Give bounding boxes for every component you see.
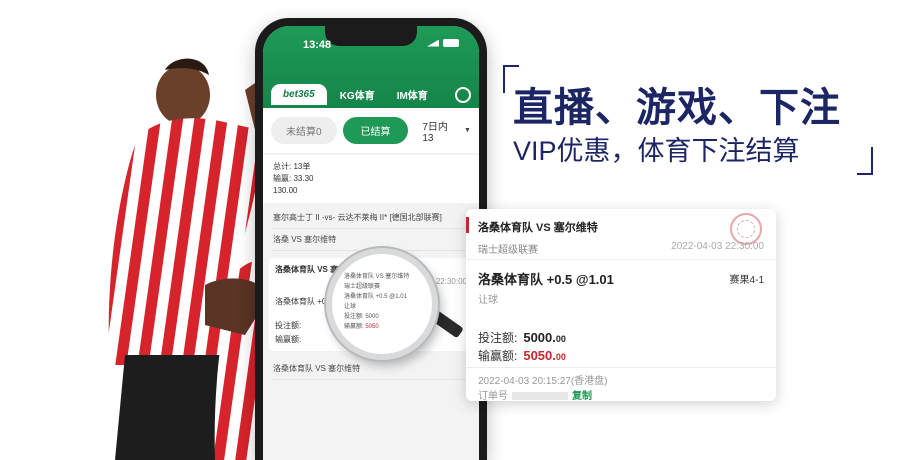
list-item[interactable]: 塞尔高士丁 II -vs- 云达不莱梅 II* [德国北部联赛] [273, 207, 469, 229]
tab-im[interactable]: IM体育 [388, 84, 437, 105]
subline: VIP优惠，体育下注结算 [513, 136, 800, 166]
mg-line: 让球 [344, 304, 357, 310]
receipt-match-date: 2022-04-03 22:30:00 [671, 241, 764, 252]
receipt-match: 洛桑体育队 VS 塞尔维特 [478, 222, 598, 234]
receipt-stake: 投注额: 5000.00 [478, 329, 566, 346]
bet-filter: 未结算0 已结算 7日内13 ▼ [263, 108, 479, 153]
win-value: 5050. [523, 348, 556, 363]
unsettled-tab[interactable]: 未结算0 [271, 117, 337, 144]
bracket-right [857, 147, 873, 175]
order-number-redacted [512, 392, 568, 401]
mg-line: 5050 [365, 324, 379, 330]
divider [466, 367, 776, 368]
mg-line: 投注额: [344, 314, 364, 320]
summary-total: 总计: 13单 [273, 162, 311, 171]
slogan: 直播、游戏、下注 VIP优惠，体育下注结算 [503, 65, 873, 175]
mg-line: 洛桑体育队 +0.5 @1.01 [344, 294, 407, 300]
receipt-pick: 洛桑体育队 +0.5 @1.01 [478, 272, 614, 287]
receipt-league: 瑞士超级联赛 [478, 245, 538, 256]
mg-row: 投注额: 5000 [344, 312, 432, 322]
settled-tab[interactable]: 已结算 [342, 117, 409, 144]
status-icons [427, 39, 459, 47]
receipt-bet-type: 让球 [478, 295, 498, 306]
phone-mockup: 13:48 bet365 KG体育 IM体育 未结算0 已结算 7日内13 ▼ … [255, 18, 487, 460]
battery-icon [443, 39, 459, 47]
mg-line: 洛桑体育队 VS 塞尔维特 [344, 274, 410, 280]
divider [466, 259, 776, 260]
signal-icon [427, 39, 439, 47]
bet-receipt-card: 洛桑体育队 VS 塞尔维特 瑞士超级联赛 2022-04-03 22:30:00… [466, 209, 776, 401]
list-item[interactable]: 洛桑 VS 塞尔维特 [273, 229, 469, 251]
app-header: 13:48 bet365 KG体育 IM体育 [263, 26, 479, 108]
date-range-select[interactable]: 7日内13 [422, 118, 454, 144]
headline: 直播、游戏、下注 [513, 86, 841, 130]
order-label: 订单号 [478, 391, 508, 401]
summary-win: 输赢: 33.30 [273, 174, 314, 183]
magnified-content: 洛桑体育队 VS 塞尔维特 瑞士超级联赛 洛桑体育队 +0.5 @1.01 让球… [344, 272, 432, 332]
stake-decimals: 00 [555, 334, 566, 344]
receipt-placed-time: 2022-04-03 20:15:27(香港盘) [478, 376, 608, 387]
stake-label: 投注额: [478, 331, 518, 345]
receipt-order: 订单号 复制 [478, 387, 592, 401]
copy-button[interactable]: 复制 [572, 391, 592, 401]
summary-amount: 130.00 [273, 186, 298, 195]
avatar-icon[interactable] [455, 86, 471, 103]
win-decimals: 00 [555, 352, 566, 362]
list-item[interactable]: 洛桑体育队 VS 塞尔维特 [273, 358, 469, 380]
mg-line: 5000 [365, 314, 379, 320]
chevron-down-icon: ▼ [464, 127, 471, 134]
status-time: 13:48 [303, 39, 332, 51]
mg-line: 瑞士超级联赛 [344, 284, 381, 290]
magnifier-lens: 洛桑体育队 VS 塞尔维特 瑞士超级联赛 洛桑体育队 +0.5 @1.01 让球… [326, 248, 438, 360]
tab-bet365[interactable]: bet365 [271, 84, 327, 105]
mg-line: 输赢额: [344, 324, 364, 330]
stake-value: 5000. [523, 330, 556, 345]
mg-row: 输赢额: 5050 [344, 322, 432, 332]
win-label: 输赢额: [478, 349, 518, 363]
receipt-win: 输赢额: 5050.00 [478, 347, 566, 364]
phone-screen: 13:48 bet365 KG体育 IM体育 未结算0 已结算 7日内13 ▼ … [263, 26, 479, 460]
receipt-result: 赛果4-1 [729, 275, 764, 286]
bet-summary: 总计: 13单 输赢: 33.30 130.00 [263, 155, 479, 203]
sportsbook-tabs: bet365 KG体育 IM体育 [271, 84, 471, 105]
bet-list: 塞尔高士丁 II -vs- 云达不莱梅 II* [德国北部联赛] 洛桑 VS 塞… [263, 203, 479, 255]
accent-bar [466, 217, 469, 233]
tab-kg[interactable]: KG体育 [331, 84, 384, 105]
phone-notch [325, 26, 417, 46]
